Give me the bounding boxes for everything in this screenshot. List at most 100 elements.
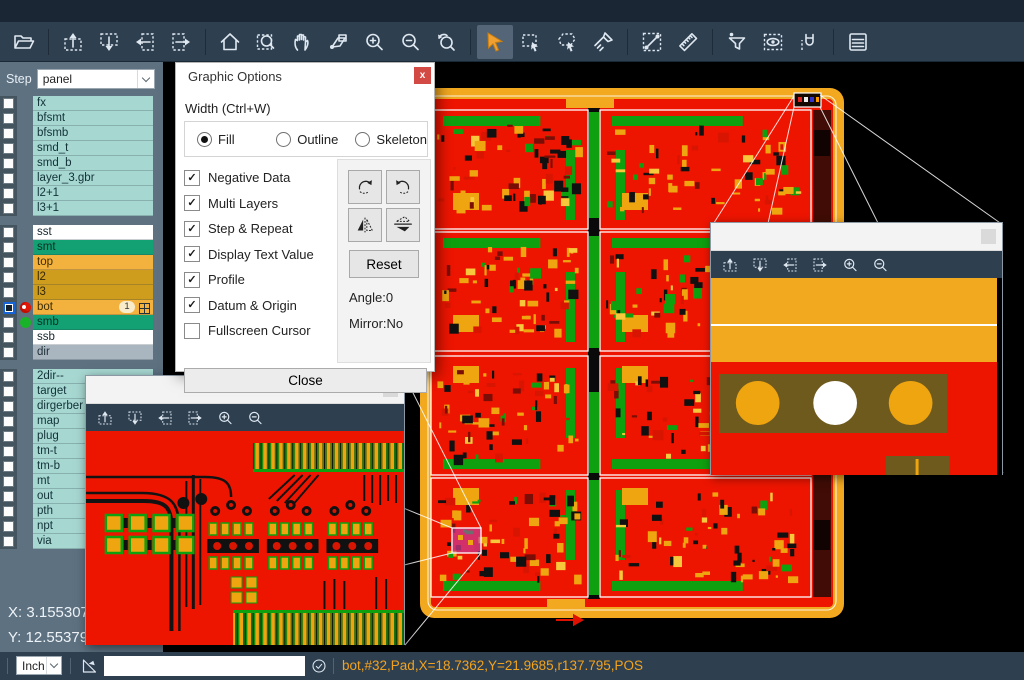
layer-visibility-checkbox[interactable] — [0, 186, 17, 201]
width-radio[interactable]: Skeleton — [355, 132, 427, 147]
layer-visibility-checkbox[interactable] — [0, 156, 17, 171]
layer-label[interactable]: layer_3.gbr — [33, 171, 153, 186]
layer-visibility-checkbox[interactable] — [0, 111, 17, 126]
layer-row[interactable]: smt — [0, 240, 163, 255]
layer-visibility-checkbox[interactable] — [0, 240, 17, 255]
zoom-in-button[interactable] — [835, 253, 865, 277]
pan-hand-button[interactable] — [284, 25, 320, 59]
zoom-window-2-titlebar[interactable] — [711, 223, 1002, 251]
select-window-button[interactable] — [513, 25, 549, 59]
layer-visibility-checkbox[interactable] — [0, 201, 17, 216]
pan-down-button[interactable] — [91, 25, 127, 59]
dialog-titlebar[interactable]: Graphic Options x — [176, 63, 434, 89]
step-select[interactable]: panel — [37, 69, 155, 89]
layer-row[interactable]: sst — [0, 225, 163, 240]
rotate-cw-button[interactable] — [348, 170, 382, 204]
pan-left-button[interactable] — [127, 25, 163, 59]
layer-visibility-checkbox[interactable] — [0, 474, 17, 489]
display-option-checkbox[interactable]: Profile — [184, 267, 334, 293]
layer-visibility-checkbox[interactable] — [0, 504, 17, 519]
pan-up-button[interactable] — [55, 25, 91, 59]
layer-label[interactable]: l2+1 — [33, 186, 153, 201]
layer-visibility-checkbox[interactable] — [0, 300, 17, 315]
layer-visibility-checkbox[interactable] — [0, 384, 17, 399]
display-option-checkbox[interactable]: Fullscreen Cursor — [184, 318, 334, 344]
apply-icon[interactable] — [311, 658, 327, 679]
display-option-checkbox[interactable]: Datum & Origin — [184, 293, 334, 319]
reset-button[interactable]: Reset — [349, 250, 419, 278]
layer-row[interactable]: l2+1 — [0, 186, 163, 201]
display-option-checkbox[interactable]: Step & Repeat — [184, 216, 334, 242]
layer-row[interactable]: bot 1 — [0, 300, 163, 315]
layer-label[interactable]: smd_t — [33, 141, 153, 156]
zoom-window-1-view[interactable] — [86, 431, 404, 645]
pan-left-button[interactable] — [775, 253, 805, 277]
ruler-button[interactable] — [670, 25, 706, 59]
snap-button[interactable] — [791, 25, 827, 59]
zoom-out-button[interactable] — [240, 406, 270, 430]
filter-button[interactable] — [719, 25, 755, 59]
layer-row[interactable]: bfsmt — [0, 111, 163, 126]
layer-row[interactable]: top — [0, 255, 163, 270]
layer-visibility-checkbox[interactable] — [0, 315, 17, 330]
layer-row[interactable]: dir — [0, 345, 163, 360]
layer-row[interactable]: l3+1 — [0, 201, 163, 216]
mirror-vertical-button[interactable] — [386, 208, 420, 242]
pan-right-button[interactable] — [805, 253, 835, 277]
layer-label[interactable]: smt — [33, 240, 153, 255]
layer-label[interactable]: fx — [33, 96, 153, 111]
zoom-out-button[interactable] — [865, 253, 895, 277]
mirror-horizontal-button[interactable] — [348, 208, 382, 242]
layer-row[interactable]: l3 — [0, 285, 163, 300]
layer-visibility-checkbox[interactable] — [0, 285, 17, 300]
layer-row[interactable]: smd_t — [0, 141, 163, 156]
angle-measure-icon[interactable] — [80, 657, 99, 680]
layer-row[interactable]: bfsmb — [0, 126, 163, 141]
zoom-out-button[interactable] — [392, 25, 428, 59]
layer-visibility-checkbox[interactable] — [0, 126, 17, 141]
layer-label[interactable]: l3+1 — [33, 201, 153, 216]
layer-row[interactable]: l2 — [0, 270, 163, 285]
close-icon[interactable]: x — [414, 67, 431, 84]
layer-visibility-checkbox[interactable] — [0, 141, 17, 156]
layer-visibility-checkbox[interactable] — [0, 270, 17, 285]
open-button[interactable] — [6, 25, 42, 59]
zoom-polygon-button[interactable] — [320, 25, 356, 59]
layer-label[interactable]: sst — [33, 225, 153, 240]
close-button[interactable]: Close — [184, 368, 427, 393]
clear-highlight-button[interactable] — [585, 25, 621, 59]
home-view-button[interactable] — [212, 25, 248, 59]
zoom-in-button[interactable] — [356, 25, 392, 59]
display-option-checkbox[interactable]: Display Text Value — [184, 242, 334, 268]
layer-visibility-checkbox[interactable] — [0, 444, 17, 459]
pan-left-button[interactable] — [150, 406, 180, 430]
rotate-ccw-button[interactable] — [386, 170, 420, 204]
layer-label[interactable]: bfsmb — [33, 126, 153, 141]
layer-row[interactable]: ssb — [0, 330, 163, 345]
layer-visibility-checkbox[interactable] — [0, 330, 17, 345]
layer-row[interactable]: fx — [0, 96, 163, 111]
zoom-previous-button[interactable] — [428, 25, 464, 59]
layer-visibility-checkbox[interactable] — [0, 225, 17, 240]
layer-label[interactable]: top — [33, 255, 153, 270]
layer-visibility-checkbox[interactable] — [0, 369, 17, 384]
select-tool-button[interactable] — [477, 25, 513, 59]
pan-down-button[interactable] — [120, 406, 150, 430]
layer-label[interactable]: smd_b — [33, 156, 153, 171]
pan-right-button[interactable] — [180, 406, 210, 430]
window-button[interactable] — [981, 229, 996, 244]
layer-row[interactable]: smb — [0, 315, 163, 330]
layer-label[interactable]: bfsmt — [33, 111, 153, 126]
zoom-window-2-view[interactable] — [711, 278, 1002, 475]
layer-visibility-checkbox[interactable] — [0, 534, 17, 549]
view-options-button[interactable] — [755, 25, 791, 59]
pan-right-button[interactable] — [163, 25, 199, 59]
select-region-button[interactable] — [549, 25, 585, 59]
layer-label[interactable]: l2 — [33, 270, 153, 285]
layer-visibility-checkbox[interactable] — [0, 345, 17, 360]
layer-row[interactable]: smd_b — [0, 156, 163, 171]
layers-table-button[interactable] — [840, 25, 876, 59]
zoom-in-button[interactable] — [210, 406, 240, 430]
zoom-window-button[interactable] — [248, 25, 284, 59]
measure-distance-button[interactable] — [634, 25, 670, 59]
